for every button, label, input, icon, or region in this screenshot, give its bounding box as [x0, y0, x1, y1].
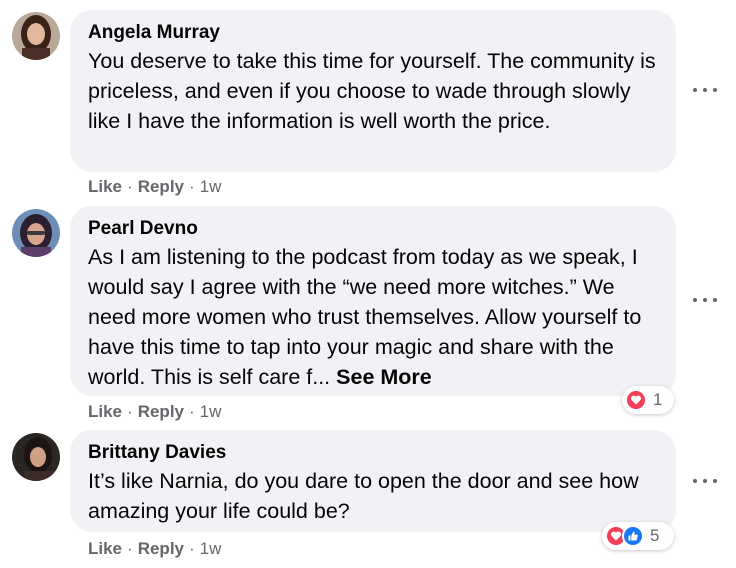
- separator: ·: [189, 402, 195, 421]
- timestamp[interactable]: 1w: [200, 177, 222, 196]
- separator: ·: [189, 177, 195, 196]
- reaction-count: 1: [653, 390, 663, 409]
- avatar[interactable]: [12, 433, 60, 481]
- comment-author[interactable]: Brittany Davies: [88, 442, 658, 464]
- reaction-summary[interactable]: 5: [602, 522, 674, 550]
- avatar[interactable]: [12, 209, 60, 257]
- reply-button[interactable]: Reply: [138, 539, 184, 558]
- like-icon: [622, 525, 644, 547]
- comment-bubble: Brittany Davies It’s like Narnia, do you…: [70, 430, 676, 532]
- like-button[interactable]: Like: [88, 539, 122, 558]
- avatar[interactable]: [12, 12, 60, 60]
- comment-author[interactable]: Angela Murray: [88, 22, 658, 44]
- like-button[interactable]: Like: [88, 177, 122, 196]
- reaction-count: 5: [650, 526, 660, 545]
- more-options-icon[interactable]: [693, 80, 717, 100]
- comment-actions: Like · Reply · 1w: [88, 402, 221, 422]
- reaction-summary[interactable]: 1: [622, 386, 674, 414]
- love-icon: [625, 389, 647, 411]
- comment-text: As I am listening to the podcast from to…: [88, 242, 658, 392]
- timestamp[interactable]: 1w: [200, 539, 222, 558]
- more-options-icon[interactable]: [693, 471, 717, 491]
- more-options-icon[interactable]: [693, 290, 717, 310]
- separator: ·: [127, 539, 133, 558]
- separator: ·: [189, 539, 195, 558]
- timestamp[interactable]: 1w: [200, 402, 222, 421]
- reply-button[interactable]: Reply: [138, 402, 184, 421]
- see-more-link[interactable]: See More: [336, 365, 432, 389]
- comment-actions: Like · Reply · 1w: [88, 177, 221, 197]
- separator: ·: [127, 402, 133, 421]
- like-button[interactable]: Like: [88, 402, 122, 421]
- separator: ·: [127, 177, 133, 196]
- comment-actions: Like · Reply · 1w: [88, 539, 221, 559]
- reply-button[interactable]: Reply: [138, 177, 184, 196]
- comment-text: It’s like Narnia, do you dare to open th…: [88, 469, 639, 523]
- comment-bubble: Angela Murray You deserve to take this t…: [70, 10, 676, 172]
- comment-text: You deserve to take this time for yourse…: [88, 49, 656, 133]
- comment-author[interactable]: Pearl Devno: [88, 218, 658, 240]
- comment-bubble: Pearl Devno As I am listening to the pod…: [70, 206, 676, 396]
